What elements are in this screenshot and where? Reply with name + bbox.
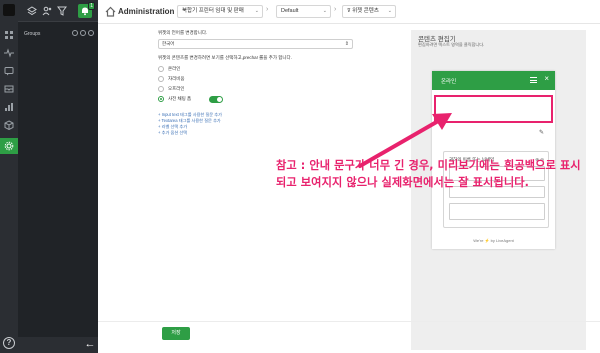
widget-footer: We're ⚡ by LiveAgent xyxy=(473,238,514,243)
group-settings-icon[interactable] xyxy=(80,30,86,36)
footer-divider xyxy=(98,321,600,322)
top-header: Administration 북합기 프린터 임대 및 판매 ⌄ › Defaul… xyxy=(98,0,600,24)
language-label: 위젯의 언어를 변경합니다. xyxy=(158,30,208,35)
radio-button[interactable] xyxy=(158,76,164,82)
radio-option-offline[interactable]: 오프라인 xyxy=(158,84,353,94)
add-option-select-link[interactable]: + 추가 옵션 선택 xyxy=(158,130,353,136)
groups-tools xyxy=(72,30,94,36)
settings-nav-item[interactable] xyxy=(0,138,18,154)
reports-icon[interactable] xyxy=(4,102,14,112)
left-rail: ? xyxy=(0,0,18,353)
home-icon[interactable] xyxy=(105,6,116,17)
add-group-icon[interactable] xyxy=(72,30,78,36)
chat-icon[interactable] xyxy=(4,66,14,76)
breadcrumb-label: 북합기 프린터 임대 및 판매 xyxy=(182,8,244,14)
gear-icon xyxy=(4,141,14,151)
breadcrumb-label: 위젯 콘텐츠 xyxy=(352,8,379,14)
notification-count-badge: 1 xyxy=(88,2,95,10)
save-button[interactable]: 저장 xyxy=(162,327,190,340)
annotation-note: 참고 : 안내 문구가 너무 긴 경우, 미리보기에는 흰공백으로 표시되고 보… xyxy=(276,159,581,189)
breadcrumb-content-select[interactable]: ⊽ 위젯 콘텐츠 ⌄ xyxy=(342,5,396,18)
radio-label: 오프라인 xyxy=(168,86,185,91)
close-icon: × xyxy=(544,74,549,83)
chevron-down-icon: ⌄ xyxy=(322,8,327,14)
help-icon[interactable]: ? xyxy=(3,337,15,349)
widget-header: 온라인 × xyxy=(432,71,555,90)
menu-icon xyxy=(530,77,537,83)
inbox-icon[interactable] xyxy=(4,84,14,94)
preview-subtitle: 편집하려면 텍스트 영역을 클릭합니다. xyxy=(418,42,485,47)
radio-button[interactable] xyxy=(158,86,164,92)
app-window: ? 1 Groups ← Administration 북합기 프린터 임대 및… xyxy=(0,0,600,353)
group-search-icon[interactable] xyxy=(88,30,94,36)
radio-option-online[interactable]: 온라인 xyxy=(158,64,353,74)
language-select[interactable]: 한국어 ⇕ xyxy=(158,39,353,49)
radio-button[interactable] xyxy=(158,66,164,72)
breadcrumb-widget-select[interactable]: Default ⌄ xyxy=(276,5,331,18)
filter-icon[interactable] xyxy=(57,6,67,16)
panel-toolbar: 1 xyxy=(18,0,98,22)
chevron-down-icon: ⌄ xyxy=(254,8,259,14)
chevron-down-icon: ⌄ xyxy=(387,8,392,14)
pencil-icon[interactable]: ✎ xyxy=(539,129,544,136)
collapse-panel-button[interactable]: ← xyxy=(82,337,98,353)
language-value: 한국어 xyxy=(162,41,175,46)
dashboard-icon[interactable] xyxy=(4,30,14,40)
layers-icon[interactable] xyxy=(27,6,37,16)
content-view-label: 위젯의 콘텐츠를 변경하려면 보기를 선택하고,precha! 롤을 추가 합니… xyxy=(158,55,292,60)
activity-icon[interactable] xyxy=(4,48,14,58)
logo-icon[interactable] xyxy=(3,4,15,16)
page-title: Administration xyxy=(118,7,175,16)
chevron-updown-icon: ⇕ xyxy=(344,41,349,47)
breadcrumb-label: Default xyxy=(281,8,299,14)
users-icon[interactable] xyxy=(42,6,52,16)
third-input xyxy=(449,203,545,220)
widget-title[interactable]: 온라인 xyxy=(441,77,456,85)
radio-label: 온라인 xyxy=(168,66,181,71)
notification-bell-button[interactable]: 1 xyxy=(78,2,95,18)
widget-settings-form: 위젯의 언어를 변경합니다. 한국어 ⇕ 위젯의 콘텐츠를 변경하려면 보기를 … xyxy=(158,30,353,136)
groups-panel: 1 Groups ← xyxy=(18,0,98,353)
breadcrumb-separator: › xyxy=(266,6,269,13)
groups-label: Groups xyxy=(24,31,41,37)
radio-option-prechat[interactable]: 사전 채팅 폼 xyxy=(158,94,353,104)
notice-text-area[interactable] xyxy=(434,95,553,123)
breadcrumb-separator: › xyxy=(334,6,337,13)
radio-label: 자리비움 xyxy=(168,76,185,81)
box-icon[interactable] xyxy=(4,120,14,130)
view-options: 온라인 자리비움 오프라인 사전 채팅 폼 xyxy=(158,64,353,104)
radio-button[interactable] xyxy=(158,96,164,102)
radio-label: 사전 채팅 폼 xyxy=(168,96,192,101)
prechat-question-links: + Input text 태그를 사용한 질문 추가 + Textarea 태그… xyxy=(158,112,353,136)
breadcrumb-company-select[interactable]: 북합기 프린터 임대 및 판매 ⌄ xyxy=(177,5,263,18)
prechat-toggle[interactable] xyxy=(209,95,224,103)
radio-option-away[interactable]: 자리비움 xyxy=(158,74,353,84)
